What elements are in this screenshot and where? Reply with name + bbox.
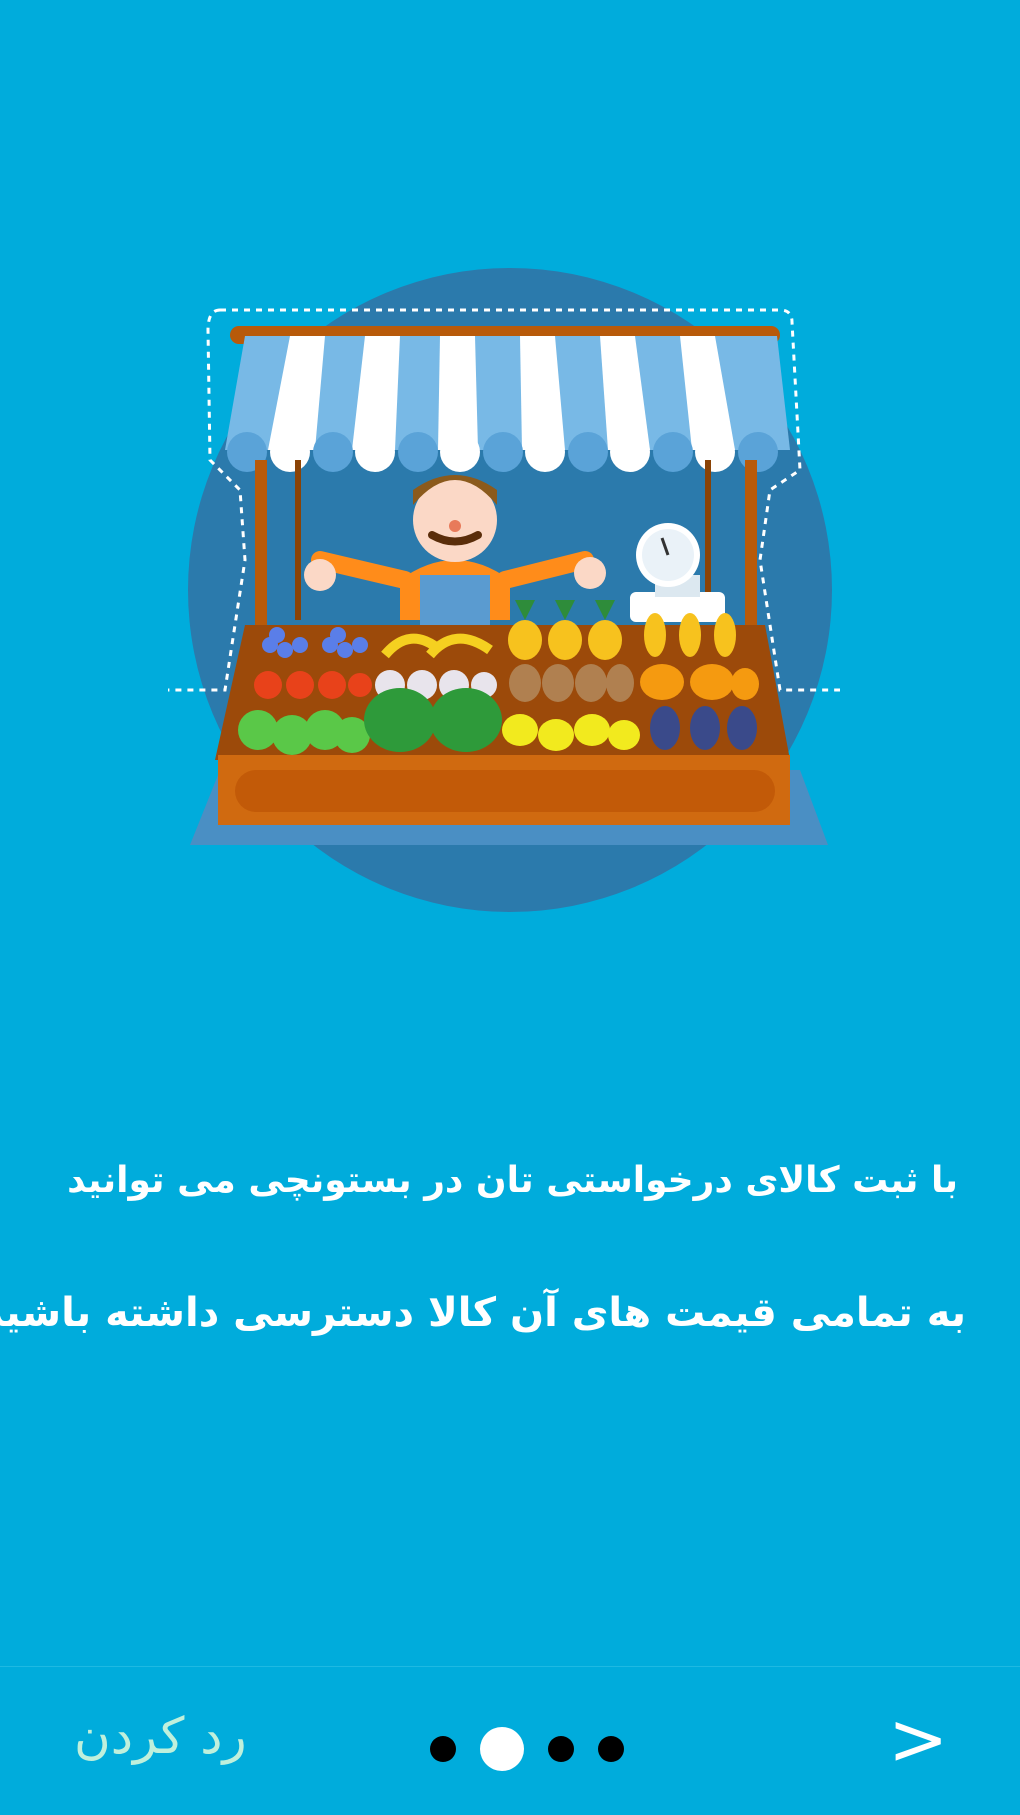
onboarding-line-1: با ثبت کالای درخواستی تان در بستونچی می …	[67, 1160, 958, 1201]
skip-button[interactable]: رد کردن	[74, 1707, 247, 1765]
market-stall-illustration	[168, 268, 840, 912]
page-indicator-dot	[548, 1736, 574, 1762]
page-indicator-dot	[598, 1736, 624, 1762]
page-indicator-dot-active	[480, 1727, 524, 1771]
page-indicator	[430, 1725, 624, 1773]
onboarding-line-2: به تمامی قیمت های آن کالا دسترسی داشته ب…	[0, 1290, 966, 1336]
bottom-navigation-bar: رد کردن >	[0, 1666, 1020, 1815]
next-button[interactable]: >	[888, 1697, 948, 1781]
page-indicator-dot	[430, 1736, 456, 1762]
